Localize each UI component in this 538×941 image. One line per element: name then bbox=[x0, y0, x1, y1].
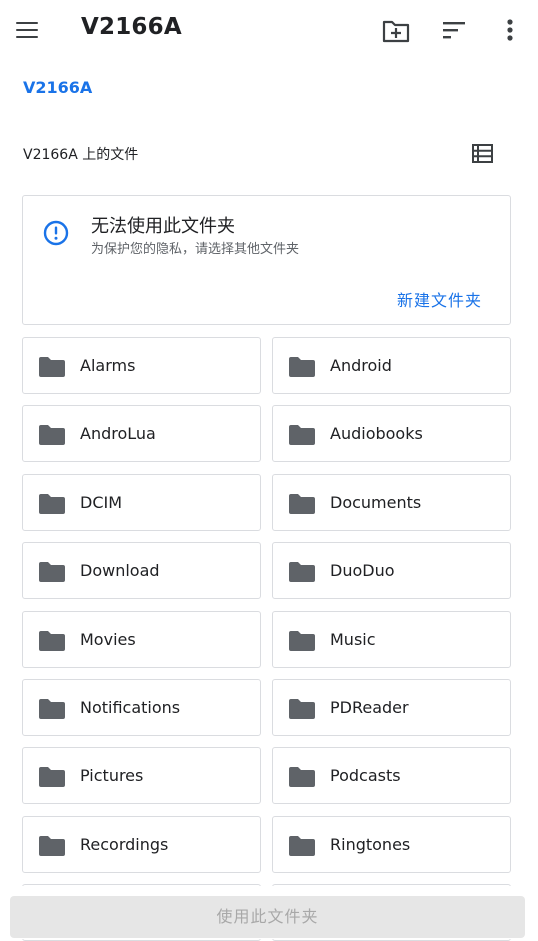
folder-icon bbox=[288, 766, 316, 788]
folder-tile[interactable]: AndroLua bbox=[22, 405, 261, 462]
folder-tile[interactable]: Movies bbox=[22, 611, 261, 668]
folder-icon bbox=[38, 493, 66, 515]
notice-subtitle: 为保护您的隐私，请选择其他文件夹 bbox=[91, 242, 300, 257]
folder-label: AndroLua bbox=[80, 424, 156, 443]
folder-tile[interactable]: Podcasts bbox=[272, 747, 511, 804]
folder-label: Podcasts bbox=[330, 766, 401, 785]
folder-label: Download bbox=[80, 561, 160, 580]
page-title: V2166A bbox=[81, 14, 182, 40]
folder-icon bbox=[288, 561, 316, 583]
new-folder-button[interactable]: 新建文件夹 bbox=[397, 287, 482, 311]
folder-tile[interactable]: Android bbox=[272, 337, 511, 394]
folder-tile[interactable]: DCIM bbox=[22, 474, 261, 531]
folder-icon bbox=[288, 424, 316, 446]
app-bar: V2166A bbox=[0, 0, 538, 62]
folder-label: Audiobooks bbox=[330, 424, 423, 443]
cannot-use-folder-notice: 无法使用此文件夹 为保护您的隐私，请选择其他文件夹 新建文件夹 bbox=[22, 195, 511, 325]
section-title: V2166A 上的文件 bbox=[23, 147, 139, 163]
folder-label: Alarms bbox=[80, 356, 136, 375]
folder-icon bbox=[38, 424, 66, 446]
folder-label: Music bbox=[330, 630, 376, 649]
folder-tile[interactable]: Documents bbox=[272, 474, 511, 531]
folder-label: Android bbox=[330, 356, 392, 375]
folder-icon bbox=[38, 561, 66, 583]
folder-icon bbox=[38, 835, 66, 857]
folder-label: Recordings bbox=[80, 835, 169, 854]
folder-tile[interactable]: Download bbox=[22, 542, 261, 599]
folder-tile[interactable]: PDReader bbox=[272, 679, 511, 736]
folder-icon bbox=[288, 835, 316, 857]
folder-tile[interactable]: Ringtones bbox=[272, 816, 511, 873]
folder-label: DuoDuo bbox=[330, 561, 395, 580]
folder-label: DCIM bbox=[80, 493, 123, 512]
folder-icon bbox=[288, 698, 316, 720]
folder-label: Documents bbox=[330, 493, 422, 512]
folder-label: PDReader bbox=[330, 698, 409, 717]
folder-label: Pictures bbox=[80, 766, 144, 785]
folder-tile[interactable]: Audiobooks bbox=[272, 405, 511, 462]
folder-icon bbox=[38, 356, 66, 378]
use-this-folder-button[interactable]: 使用此文件夹 bbox=[10, 896, 525, 938]
create-folder-icon[interactable] bbox=[381, 16, 411, 46]
folder-label: Ringtones bbox=[330, 835, 411, 854]
bottom-bar: 使用此文件夹 bbox=[0, 886, 538, 939]
folder-label: Movies bbox=[80, 630, 136, 649]
info-icon bbox=[43, 220, 69, 246]
folder-tile[interactable]: Alarms bbox=[22, 337, 261, 394]
folder-tile[interactable]: Music bbox=[272, 611, 511, 668]
more-vert-icon[interactable] bbox=[496, 16, 526, 46]
folder-tile[interactable]: DuoDuo bbox=[272, 542, 511, 599]
folder-icon bbox=[288, 493, 316, 515]
folder-tile[interactable]: Pictures bbox=[22, 747, 261, 804]
folder-tile[interactable]: Notifications bbox=[22, 679, 261, 736]
folder-icon bbox=[38, 766, 66, 788]
menu-icon[interactable] bbox=[14, 19, 40, 41]
folder-icon bbox=[38, 698, 66, 720]
breadcrumb[interactable]: V2166A bbox=[23, 78, 92, 97]
notice-title: 无法使用此文件夹 bbox=[91, 216, 235, 237]
sort-icon[interactable] bbox=[440, 16, 470, 46]
folder-icon bbox=[288, 630, 316, 652]
list-view-icon[interactable] bbox=[470, 142, 496, 166]
folder-icon bbox=[288, 356, 316, 378]
folder-tile[interactable]: Recordings bbox=[22, 816, 261, 873]
folder-label: Notifications bbox=[80, 698, 181, 717]
folder-icon bbox=[38, 630, 66, 652]
